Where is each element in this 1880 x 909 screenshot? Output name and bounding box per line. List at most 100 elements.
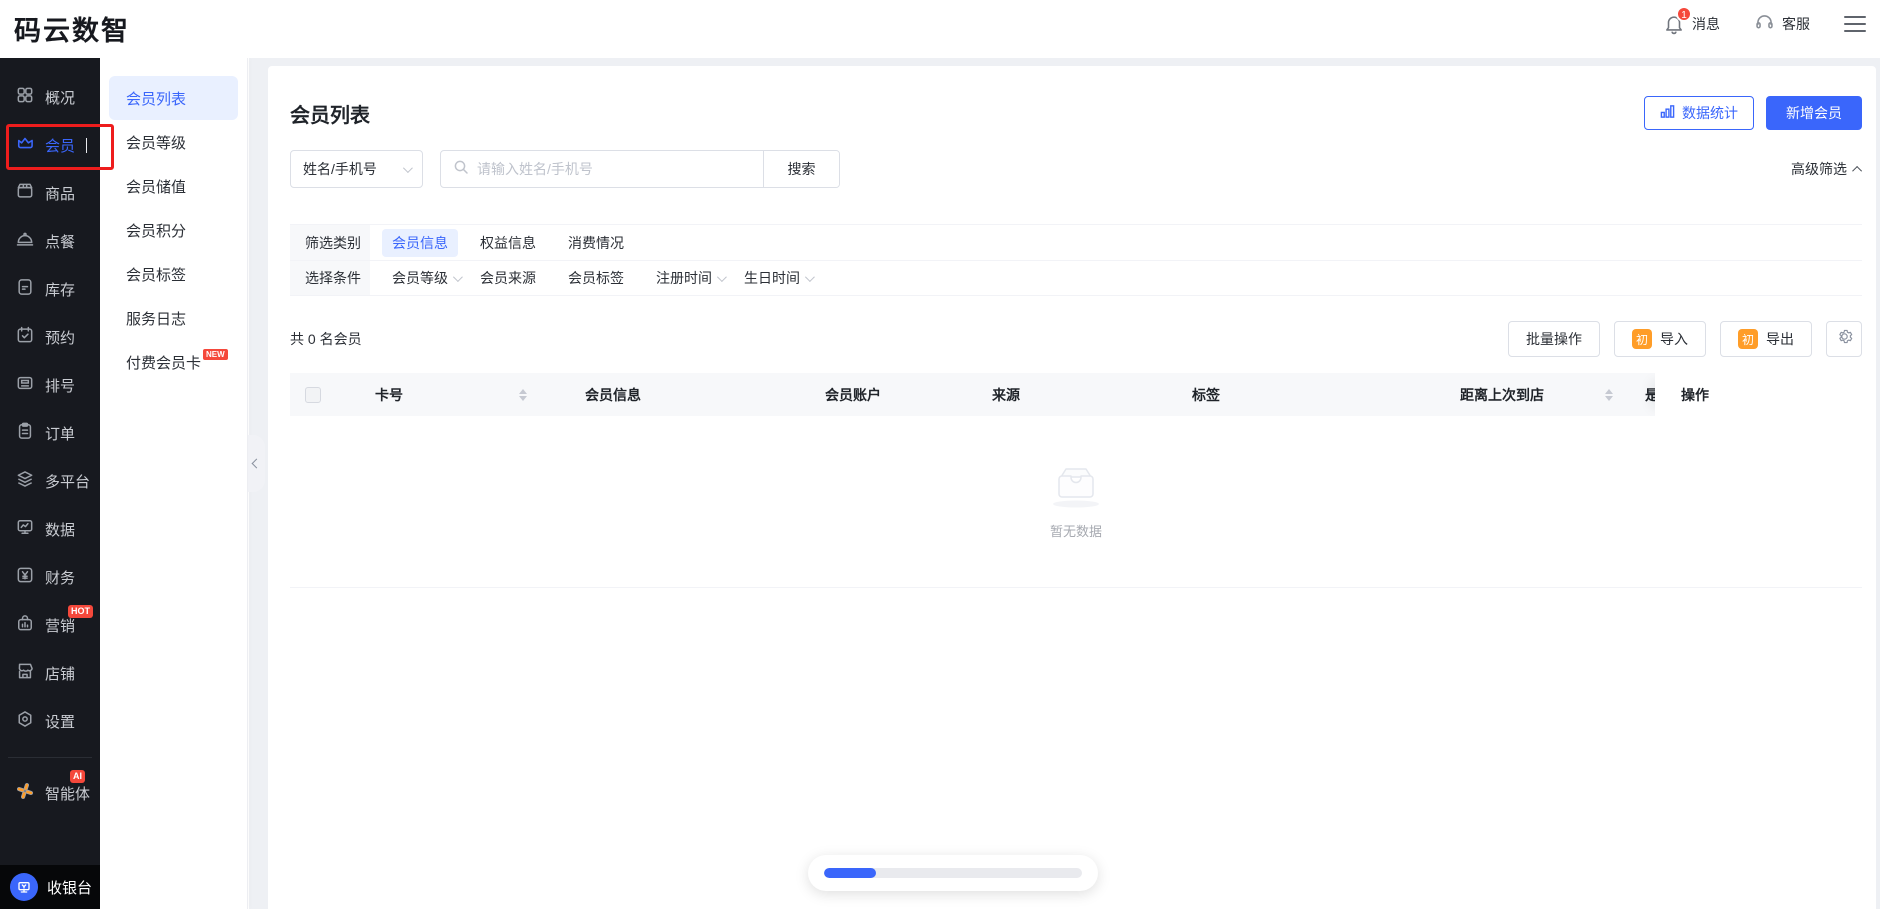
support-label: 客服 (1782, 16, 1810, 32)
column-tags: 标签 (1192, 386, 1220, 403)
sidebar-item-agent[interactable]: 智能体 AI (0, 769, 100, 817)
cashier-monitor-icon (10, 873, 38, 901)
sidebar-item-label: 会员 (45, 137, 76, 155)
sidebar-item-finance[interactable]: 财务 (0, 553, 100, 601)
cloche-icon (15, 229, 35, 253)
column-actions: 操作 (1681, 386, 1709, 403)
column-source: 来源 (992, 386, 1020, 403)
search-button[interactable]: 搜索 (763, 151, 839, 187)
text-cursor (86, 137, 88, 153)
condition-register-time[interactable]: 注册时间 (646, 268, 727, 288)
column-member-info: 会员信息 (585, 386, 641, 403)
add-member-button[interactable]: 新增会员 (1766, 96, 1862, 130)
sidebar-item-label: 设置 (45, 713, 76, 731)
bell-icon: 1 (1663, 6, 1692, 35)
crown-icon (15, 133, 35, 157)
select-all-checkbox[interactable] (305, 386, 321, 403)
page-title: 会员列表 (290, 104, 370, 127)
sidebar-item-cashier[interactable]: 收银台 (0, 865, 100, 909)
sidebar-item-data[interactable]: 数据 (0, 505, 100, 553)
hot-badge: HOT (68, 605, 93, 618)
advanced-filter-toggle[interactable]: 高级筛选 (1791, 159, 1863, 179)
condition-birthday-time[interactable]: 生日时间 (734, 268, 815, 288)
member-count: 共 0 名会员 (290, 331, 362, 347)
filter-tab-rights-info[interactable]: 权益信息 (470, 229, 546, 257)
sidebar-item-label: 商品 (45, 185, 76, 203)
sidebar-item-label: 财务 (45, 569, 76, 587)
sidebar-item-orders[interactable]: 订单 (0, 409, 100, 457)
search-input[interactable] (477, 161, 751, 177)
submenu-item-paid-member-card[interactable]: 付费会员卡 NEW (109, 340, 238, 384)
main-sidebar: 概况 会员 商品 点餐 库存 预约 排号 订单 多平台 数据 财务 营销 HOT… (0, 58, 114, 909)
support-button[interactable]: 客服 (1754, 12, 1810, 36)
sort-icon[interactable] (519, 388, 527, 401)
condition-member-level[interactable]: 会员等级 (382, 268, 463, 288)
chevron-down-icon (402, 162, 413, 173)
sort-icon[interactable] (1605, 388, 1613, 401)
search-field-value: 姓名/手机号 (303, 161, 377, 177)
filter-category-label: 筛选类别 (290, 225, 370, 260)
sidebar-item-inventory[interactable]: 库存 (0, 265, 100, 313)
sidebar-item-overview[interactable]: 概况 (0, 73, 100, 121)
submenu-item-member-list[interactable]: 会员列表 (109, 76, 238, 120)
loading-progress-fill (824, 868, 876, 878)
sidebar-divider (8, 757, 92, 758)
monitor-chart-icon (15, 517, 35, 541)
pinwheel-icon (15, 781, 35, 805)
app-root: 码云数智 1 消息 客服 概况 会员 商品 点餐 库存 预约 排号 订单 多平台… (0, 0, 1880, 909)
search-input-box[interactable] (441, 151, 763, 187)
condition-member-source[interactable]: 会员来源 (470, 268, 536, 288)
submenu-item-label: 服务日志 (126, 310, 187, 328)
sidebar-item-ordering[interactable]: 点餐 (0, 217, 100, 265)
sidebar-item-multiplatform[interactable]: 多平台 (0, 457, 100, 505)
ledger-icon (15, 277, 35, 301)
sidebar-collapse-handle[interactable] (248, 435, 265, 492)
filter-tab-consumption[interactable]: 消费情况 (558, 229, 634, 257)
sidebar-item-marketing[interactable]: 营销 HOT (0, 601, 100, 649)
sidebar-item-label: 库存 (45, 281, 76, 299)
table-empty-area: 暂无数据 (290, 416, 1862, 588)
chevron-down-icon (804, 271, 815, 282)
headset-icon (1754, 12, 1775, 36)
package-icon (15, 181, 35, 205)
grid-icon (15, 85, 35, 109)
brand-logo: 码云数智 (14, 16, 130, 46)
submenu-item-member-points[interactable]: 会员积分 (109, 208, 238, 252)
sidebar-item-members[interactable]: 会员 (0, 121, 100, 169)
submenu-item-member-tags[interactable]: 会员标签 (109, 252, 238, 296)
import-button[interactable]: 初 导入 (1614, 321, 1706, 357)
search-field-select[interactable]: 姓名/手机号 (290, 150, 423, 188)
submenu-item-member-level[interactable]: 会员等级 (109, 120, 238, 164)
condition-member-tag[interactable]: 会员标签 (558, 268, 624, 288)
submenu-item-service-log[interactable]: 服务日志 (109, 296, 238, 340)
sidebar-item-store[interactable]: 店铺 (0, 649, 100, 697)
search-icon (453, 159, 469, 180)
loading-track (824, 868, 1082, 878)
empty-text: 暂无数据 (1049, 524, 1102, 539)
batch-action-button[interactable]: 批量操作 (1508, 321, 1600, 357)
menu-icon[interactable] (1844, 12, 1866, 36)
export-button[interactable]: 初 导出 (1720, 321, 1812, 357)
bag-chart-icon (15, 613, 35, 637)
sidebar-item-label: 点餐 (45, 233, 76, 251)
filter-tab-member-info[interactable]: 会员信息 (382, 228, 458, 257)
submenu-item-label: 会员积分 (126, 222, 187, 240)
calendar-check-icon (15, 325, 35, 349)
sidebar-item-label: 订单 (45, 425, 76, 443)
sidebar-item-queue[interactable]: 排号 (0, 361, 100, 409)
tutorial-badge: 初 (1632, 329, 1652, 349)
column-settings-button[interactable] (1826, 321, 1862, 357)
tutorial-badge: 初 (1738, 329, 1758, 349)
submenu-item-label: 会员储值 (126, 178, 187, 196)
gear-icon (1836, 328, 1853, 350)
messages-button[interactable]: 1 消息 (1663, 6, 1720, 35)
sidebar-item-goods[interactable]: 商品 (0, 169, 100, 217)
sidebar-item-reservation[interactable]: 预约 (0, 313, 100, 361)
data-stats-button[interactable]: 数据统计 (1644, 96, 1754, 130)
sidebar-item-label: 概况 (45, 89, 76, 107)
submenu-item-label: 付费会员卡 (126, 354, 202, 372)
sidebar-item-label: 预约 (45, 329, 76, 347)
submenu-item-member-stored-value[interactable]: 会员储值 (109, 164, 238, 208)
sidebar-item-settings[interactable]: 设置 (0, 697, 100, 745)
sidebar-item-label: 多平台 (45, 473, 91, 491)
